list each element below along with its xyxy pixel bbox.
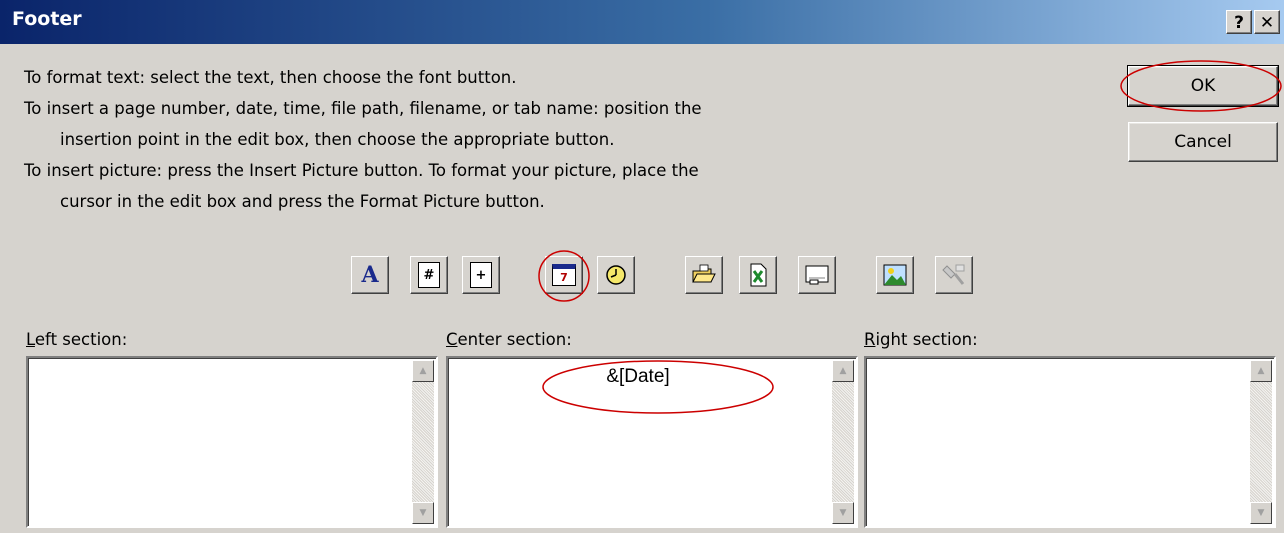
scroll-up-arrow-icon[interactable]: ▲ <box>1250 360 1272 382</box>
help-button[interactable]: ? <box>1226 10 1252 34</box>
date-button[interactable]: 7 <box>545 256 583 294</box>
right-scrollbar[interactable]: ▲ ▼ <box>1250 360 1272 524</box>
center-section-label: Center section: <box>446 330 572 349</box>
left-section-label: Left section: <box>26 330 128 349</box>
cancel-button[interactable]: Cancel <box>1128 122 1278 162</box>
footer-dialog: Footer ? ✕ To format text: select the te… <box>0 0 1284 533</box>
total-pages-button[interactable]: + <box>462 256 500 294</box>
right-section-editbox[interactable]: ▲ ▼ <box>864 356 1276 528</box>
page-number-icon: # <box>418 262 440 288</box>
title-bar[interactable]: Footer ? ✕ <box>0 0 1284 44</box>
instruction-line: To insert a page number, date, time, fil… <box>24 99 702 118</box>
scroll-down-arrow-icon[interactable]: ▼ <box>832 502 854 524</box>
page-number-button[interactable]: # <box>410 256 448 294</box>
time-button[interactable] <box>597 256 635 294</box>
scroll-down-arrow-icon[interactable]: ▼ <box>1250 502 1272 524</box>
center-scrollbar[interactable]: ▲ ▼ <box>832 360 854 524</box>
insert-picture-icon <box>882 263 908 287</box>
scroll-up-arrow-icon[interactable]: ▲ <box>832 360 854 382</box>
right-section-label: Right section: <box>864 330 978 349</box>
center-section-text[interactable]: &[Date] <box>448 366 828 388</box>
time-icon <box>604 263 628 287</box>
total-pages-icon: + <box>470 262 492 288</box>
file-path-button[interactable] <box>685 256 723 294</box>
dialog-title: Footer <box>12 8 82 30</box>
scroll-down-arrow-icon[interactable]: ▼ <box>412 502 434 524</box>
insert-picture-button[interactable] <box>876 256 914 294</box>
instruction-line: To insert picture: press the Insert Pict… <box>24 161 699 180</box>
filename-icon <box>746 262 770 288</box>
center-section-editbox[interactable]: &[Date] ▲ ▼ <box>446 356 858 528</box>
sheet-name-icon <box>804 264 830 286</box>
total-pages-glyph: + <box>475 267 487 283</box>
instructions-text: To format text: select the text, then ch… <box>24 62 702 217</box>
page-number-glyph: # <box>423 267 435 283</box>
close-button[interactable]: ✕ <box>1254 10 1280 34</box>
left-scrollbar[interactable]: ▲ ▼ <box>412 360 434 524</box>
date-glyph: 7 <box>560 270 568 284</box>
file-path-icon <box>691 263 717 287</box>
instruction-line: cursor in the edit box and press the For… <box>60 192 545 211</box>
filename-button[interactable] <box>739 256 777 294</box>
left-section-editbox[interactable]: ▲ ▼ <box>26 356 438 528</box>
font-icon: A <box>361 262 379 288</box>
format-picture-icon <box>941 262 967 288</box>
sheet-name-button[interactable] <box>798 256 836 294</box>
format-picture-button[interactable] <box>935 256 973 294</box>
scroll-up-arrow-icon[interactable]: ▲ <box>412 360 434 382</box>
ok-button[interactable]: OK <box>1127 65 1279 107</box>
instruction-line: To format text: select the text, then ch… <box>24 68 517 87</box>
font-button[interactable]: A <box>351 256 389 294</box>
instruction-line: insertion point in the edit box, then ch… <box>60 130 615 149</box>
date-icon: 7 <box>552 264 576 286</box>
